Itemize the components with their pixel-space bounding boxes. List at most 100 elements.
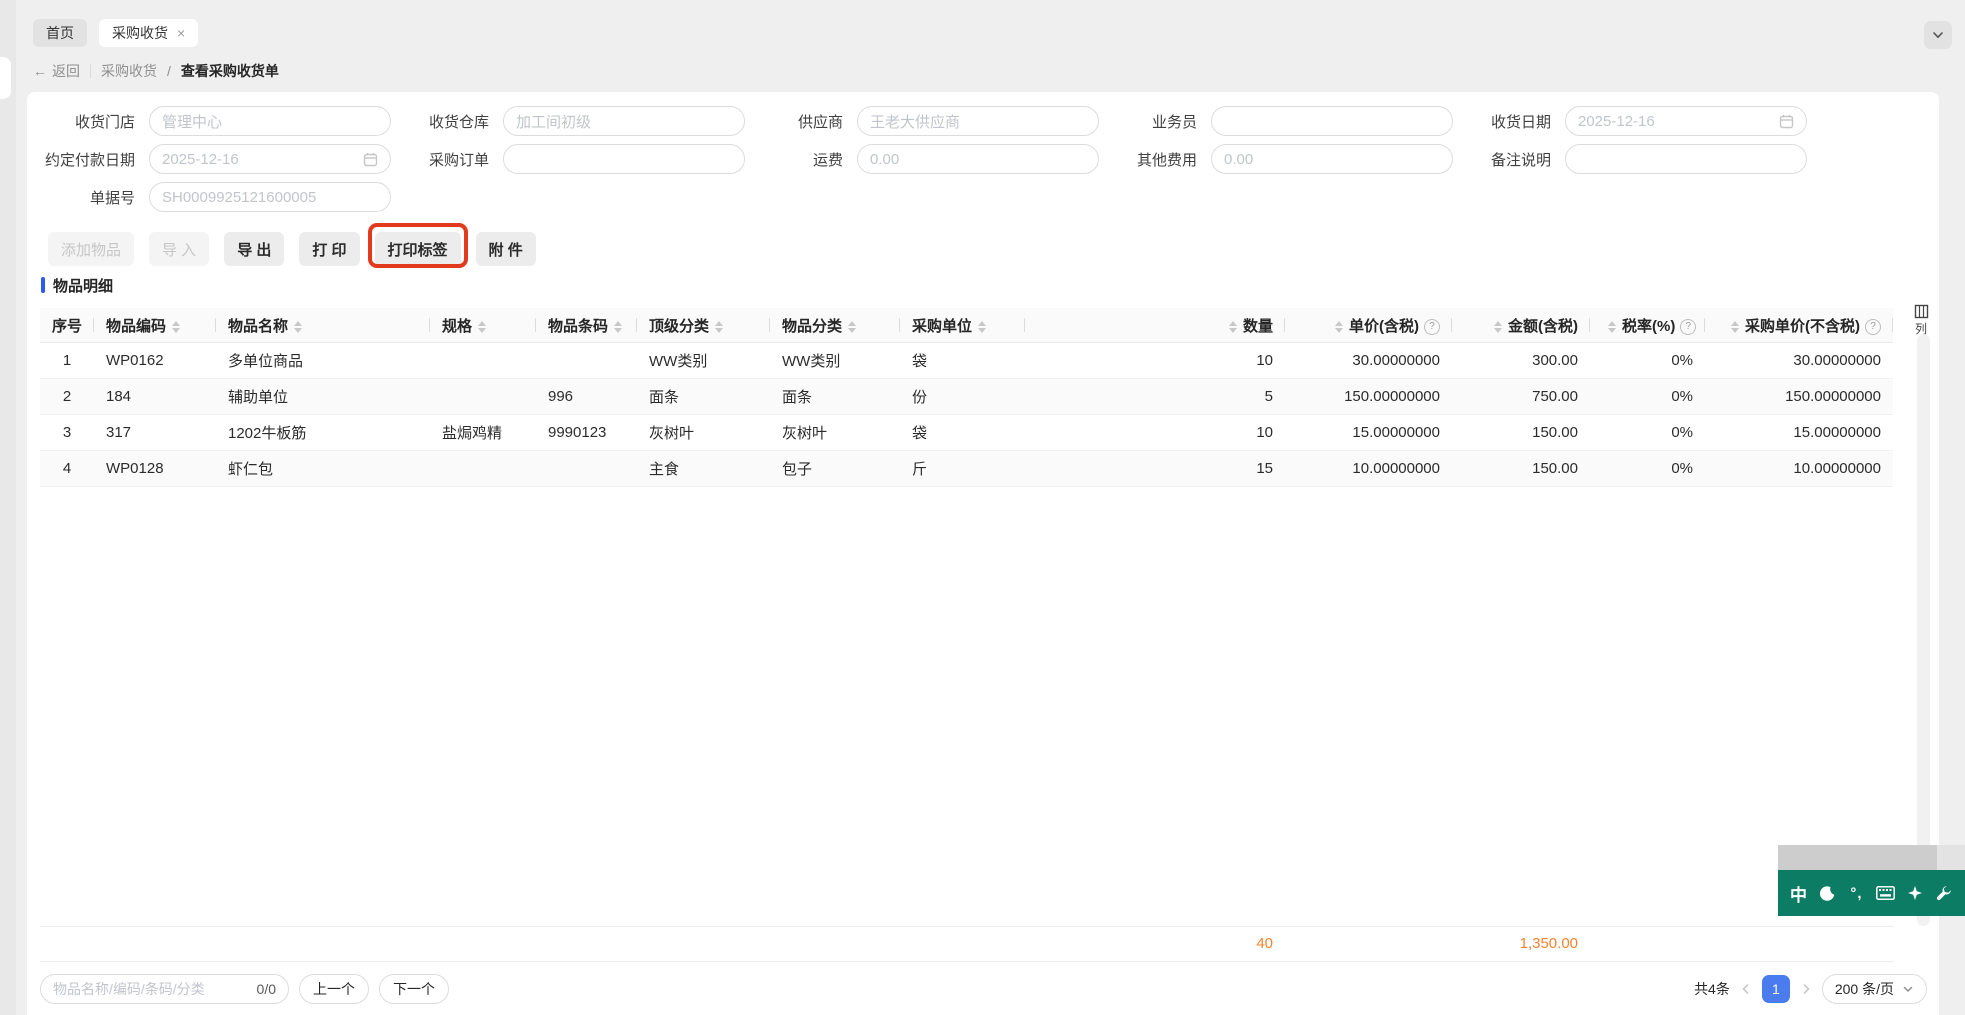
receive-warehouse-input[interactable]: 加工间初级 [503, 106, 745, 136]
column-header-name[interactable]: 物品名称 [216, 308, 430, 343]
tab-close-icon[interactable]: × [177, 26, 185, 40]
column-header-amount[interactable]: 金额(含税) [1452, 308, 1590, 343]
cell-top-category: 灰树叶 [637, 414, 770, 451]
cell-seq: 2 [40, 378, 94, 415]
ime-tools-wrench-icon[interactable] [1929, 885, 1958, 901]
receive-date-input[interactable]: 2025-12-16 [1565, 106, 1807, 136]
column-settings-button[interactable]: 列 [1909, 304, 1933, 337]
cell-barcode: 9990123 [536, 414, 637, 451]
table-scrollbar[interactable] [1917, 334, 1930, 926]
tab-home[interactable]: 首页 [33, 19, 87, 47]
table-row[interactable]: 4 WP0128 虾仁包 主食 包子斤 15 10.00000000 150.00 0% 10.0… [40, 450, 1893, 487]
column-header-qty[interactable]: 数量 [1025, 308, 1285, 343]
column-label: 采购单位 [912, 317, 973, 335]
export-button[interactable]: 导 出 [224, 232, 285, 266]
cell-top-category: 面条 [637, 378, 770, 415]
cell-code: WP0128 [94, 450, 216, 487]
receive-store-input[interactable]: 管理中心 [149, 106, 391, 136]
sort-icon[interactable] [1608, 320, 1616, 333]
item-search-input[interactable]: 物品名称/编码/条码/分类 0/0 [40, 973, 289, 1004]
total-cell [1705, 926, 1893, 962]
next-page-icon[interactable] [1798, 975, 1814, 1003]
sidebar-collapse-handle[interactable] [0, 57, 11, 99]
sort-icon[interactable] [978, 320, 987, 333]
ime-punctuation-icon[interactable]: °, [1842, 885, 1871, 902]
sort-icon[interactable] [614, 320, 623, 333]
cell-name: 多单位商品 [216, 342, 430, 379]
print-label-button[interactable]: 打印标签 [374, 232, 461, 266]
field-freight: 运费 0.00 [745, 144, 1099, 174]
breadcrumb-separator: / [167, 63, 171, 79]
help-icon[interactable]: ? [1865, 318, 1881, 335]
import-button[interactable]: 导 入 [149, 232, 210, 266]
sort-icon[interactable] [1228, 320, 1237, 333]
previous-page-icon[interactable] [1738, 975, 1754, 1003]
table-row[interactable]: 3 317 1202牛板筋 盐焗鸡精 9990123 灰树叶 灰树叶袋 10 15.000000… [40, 414, 1893, 451]
column-header-tax-rate[interactable]: 税率(%)? [1590, 308, 1705, 343]
cell-spec [430, 450, 536, 487]
column-header-barcode[interactable]: 物品条码 [536, 308, 637, 343]
doc-number-input[interactable]: SH0009925121600005 [149, 182, 391, 212]
sort-icon[interactable] [172, 320, 181, 333]
add-item-button[interactable]: 添加物品 [48, 232, 135, 266]
other-fee-input[interactable]: 0.00 [1211, 144, 1453, 174]
total-amount: 1,350.00 [1519, 935, 1578, 952]
column-label: 单价(含税) [1349, 317, 1419, 335]
cell-unit: 斤 [900, 450, 1025, 487]
field-purchase-order: 采购订单 [391, 144, 745, 174]
salesman-input[interactable] [1211, 106, 1453, 136]
sort-icon[interactable] [1731, 320, 1739, 333]
field-receive-warehouse: 收货仓库 加工间初级 [391, 106, 745, 136]
cell-barcode [536, 342, 637, 379]
remark-input[interactable] [1565, 144, 1807, 174]
column-header-net-unit-price[interactable]: 采购单价(不含税)? [1705, 308, 1893, 343]
help-icon[interactable]: ? [1680, 318, 1697, 335]
next-match-button[interactable]: 下一个 [379, 973, 449, 1004]
table-row[interactable]: 2 184 辅助单位 996 面条 面条份 5 150.00000000 750.00 0% 150… [40, 378, 1893, 415]
supplier-input[interactable]: 王老大供应商 [857, 106, 1099, 136]
column-label: 采购单价(不含税) [1745, 317, 1860, 335]
tabbar-collapse-button[interactable] [1924, 21, 1952, 49]
grid-icon [1914, 304, 1929, 319]
print-button[interactable]: 打 印 [299, 232, 360, 266]
column-header-spec[interactable]: 规格 [430, 308, 536, 343]
field-receive-store: 收货门店 管理中心 [37, 106, 391, 136]
column-header-code[interactable]: 物品编码 [94, 308, 216, 343]
ime-keyboard-icon[interactable] [1871, 886, 1900, 900]
ime-toolbar: 中 °, [1778, 870, 1965, 916]
field-label: 供应商 [797, 113, 843, 131]
page-size-select[interactable]: 200 条/页 [1821, 973, 1927, 1004]
column-label: 物品分类 [782, 317, 843, 335]
ime-fullwidth-moon-icon[interactable] [1813, 885, 1842, 902]
back-link[interactable]: ← 返回 [33, 61, 80, 81]
freight-input[interactable]: 0.00 [857, 144, 1099, 174]
column-header-category[interactable]: 物品分类 [770, 308, 900, 343]
sort-icon[interactable] [848, 320, 857, 333]
column-header-unit[interactable]: 采购单位 [900, 308, 1025, 343]
search-placeholder: 物品名称/编码/条码/分类 [53, 980, 205, 997]
table-row[interactable]: 1 WP0162 多单位商品 WW类别 WW类别袋 10 30.00000000 300.00… [40, 342, 1893, 379]
breadcrumb-parent[interactable]: 采购收货 [101, 61, 157, 81]
sort-icon[interactable] [294, 320, 303, 333]
attachment-button[interactable]: 附 件 [475, 232, 536, 266]
form-section: 收货门店 管理中心 收货仓库 加工间初级 供应商 王老大供应商 业务员 收货日期… [27, 92, 1939, 220]
tab-purchase-receiving[interactable]: 采购收货 × [99, 19, 199, 47]
ime-skin-icon[interactable] [1900, 885, 1929, 901]
cell-net-unit-price: 30.00000000 [1705, 342, 1893, 379]
column-header-unit-price[interactable]: 单价(含税)? [1285, 308, 1452, 343]
purchase-order-input[interactable] [503, 144, 745, 174]
sort-icon[interactable] [478, 320, 487, 333]
pay-date-input[interactable]: 2025-12-16 [149, 144, 391, 174]
field-receive-date: 收货日期 2025-12-16 [1453, 106, 1807, 136]
sort-icon[interactable] [1335, 320, 1343, 333]
help-icon[interactable]: ? [1424, 318, 1440, 335]
total-cell [40, 926, 94, 962]
table-header-row: 序号 物品编码 物品名称 规格 物品条码 顶级分类 物品分类 采购单位 数量 单价(含税)? 金额(… [40, 308, 1893, 343]
sort-icon[interactable] [1494, 320, 1502, 333]
page-number-button[interactable]: 1 [1761, 974, 1790, 1003]
sort-icon[interactable] [715, 320, 724, 333]
section-header: 物品明细 [41, 276, 1939, 295]
previous-match-button[interactable]: 上一个 [299, 973, 369, 1004]
column-header-top-category[interactable]: 顶级分类 [637, 308, 770, 343]
ime-language-mode-icon[interactable]: 中 [1784, 881, 1813, 906]
